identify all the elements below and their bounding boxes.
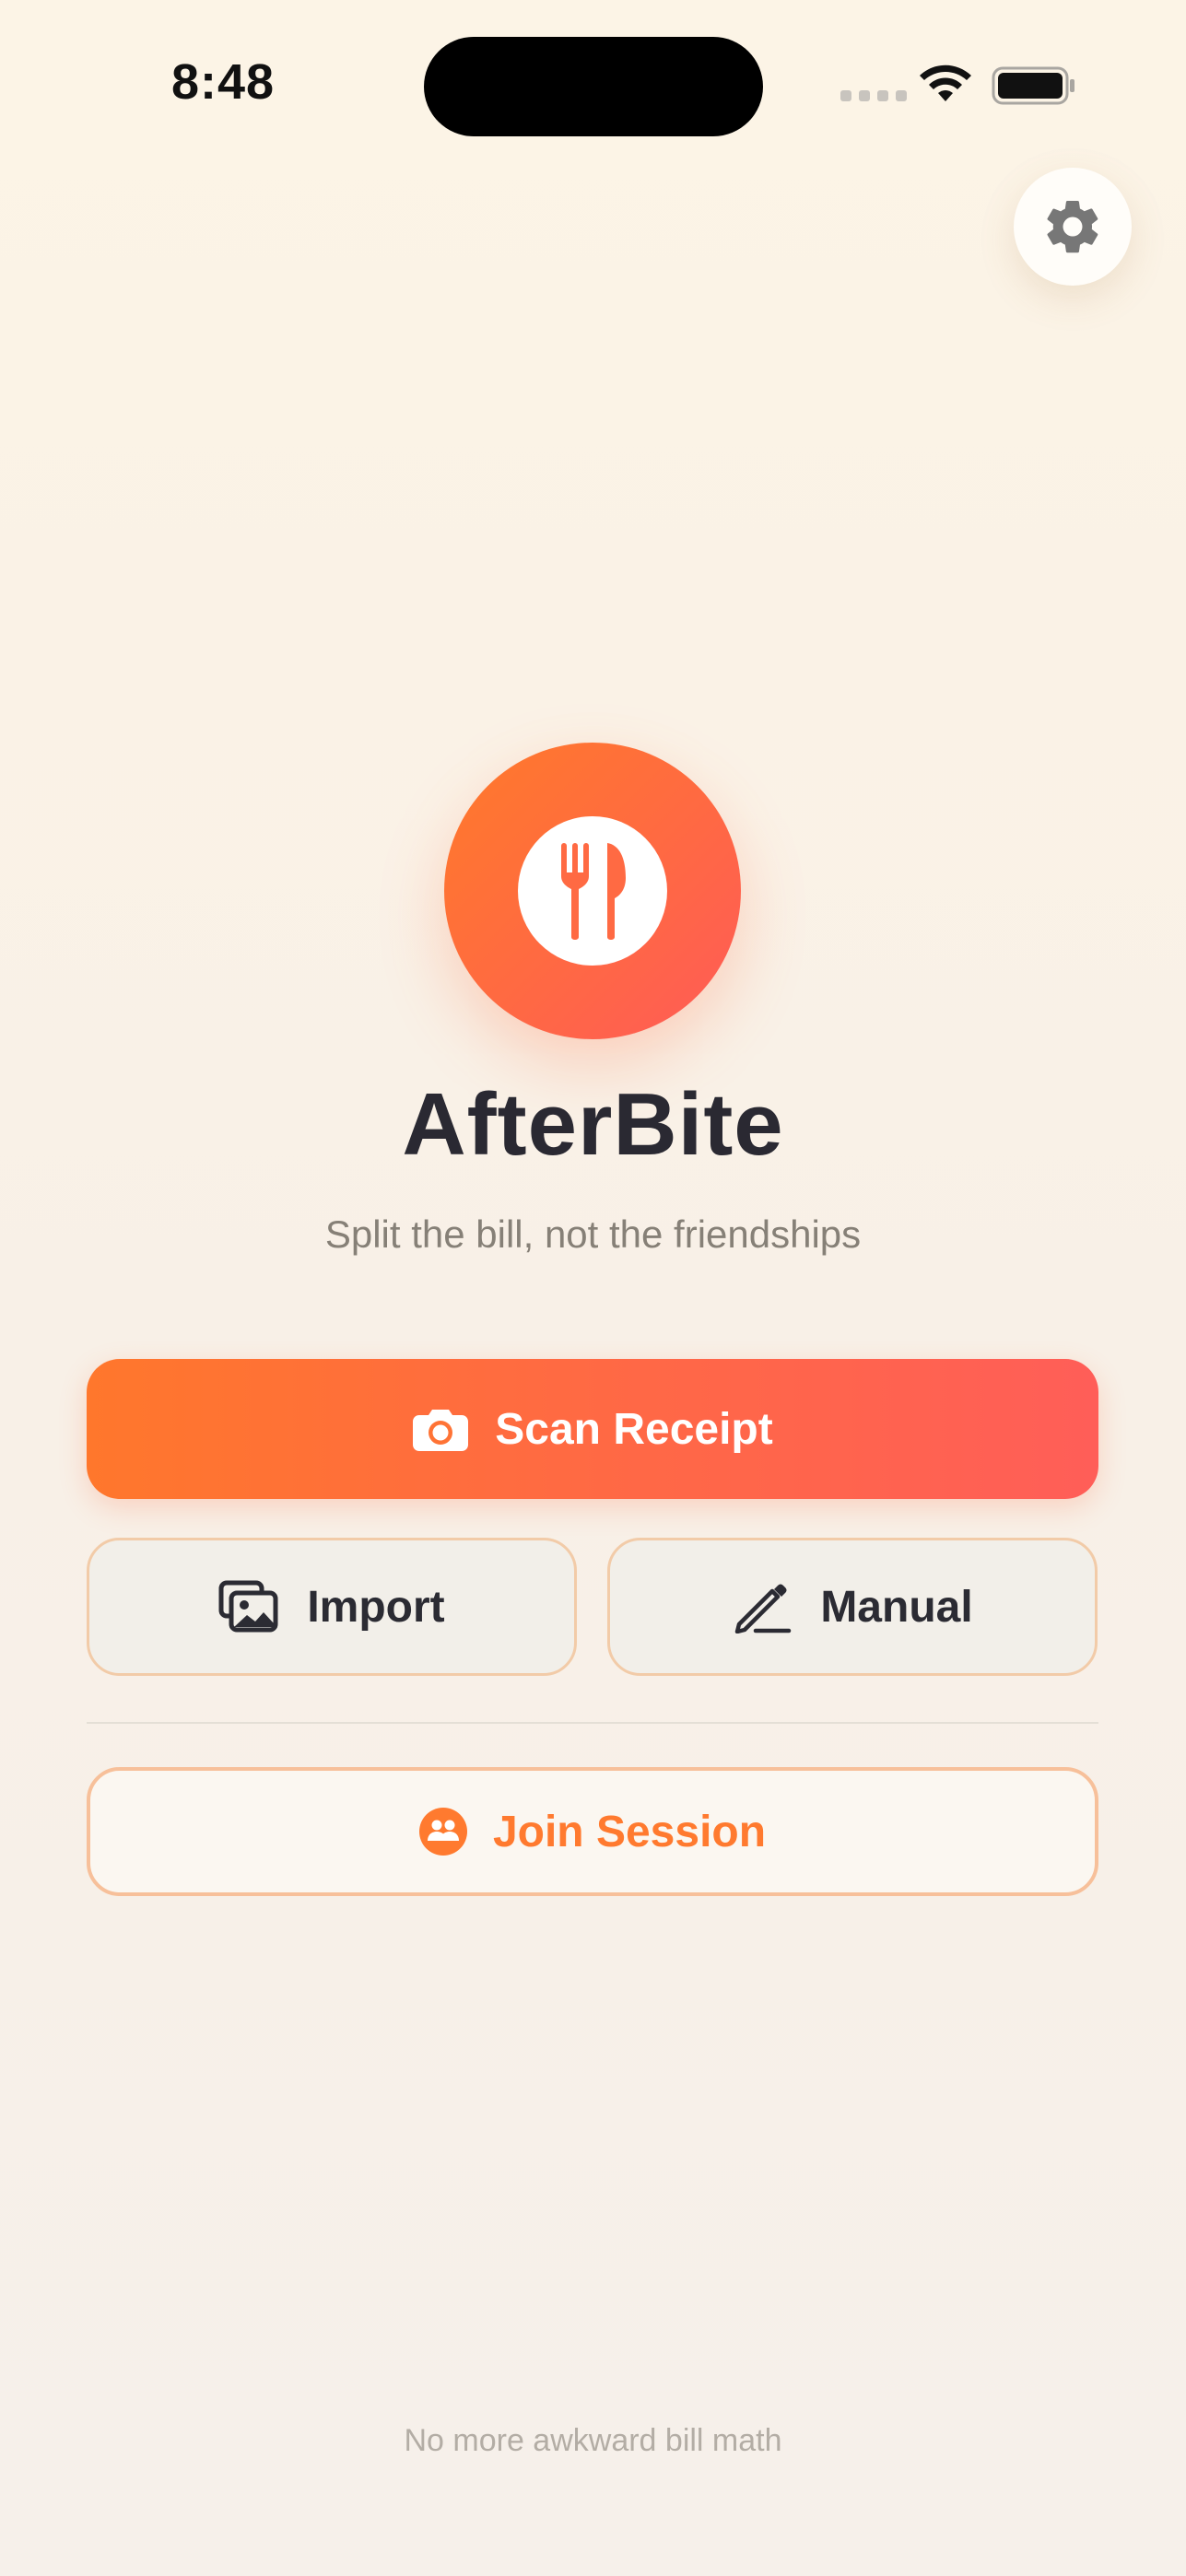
logo-badge [518, 816, 667, 966]
scan-receipt-label: Scan Receipt [495, 1404, 773, 1454]
import-button[interactable]: Import [87, 1538, 577, 1676]
app-subtitle: Split the bill, not the friendships [324, 1212, 862, 1256]
app-title: AfterBite [402, 1075, 784, 1174]
import-label: Import [307, 1582, 445, 1632]
footer-note: No more awkward bill math [404, 2423, 782, 2458]
manual-button[interactable]: Manual [607, 1538, 1098, 1676]
people-icon [418, 1808, 467, 1856]
status-time: 8:48 [171, 54, 276, 110]
settings-button[interactable] [1014, 168, 1132, 286]
photos-icon [218, 1580, 278, 1633]
fork-knife-icon [561, 843, 626, 940]
pencil-icon [735, 1584, 792, 1633]
wifi-icon [920, 64, 971, 101]
scan-receipt-button[interactable]: Scan Receipt [87, 1359, 1098, 1499]
divider [87, 1722, 1098, 1724]
join-session-button[interactable]: Join Session [87, 1767, 1098, 1896]
dynamic-island [424, 37, 763, 136]
gear-icon [1047, 200, 1098, 253]
camera-icon [413, 1410, 469, 1451]
cellular-signal-icon [840, 90, 907, 101]
join-session-label: Join Session [492, 1807, 767, 1856]
battery-icon [992, 66, 1074, 105]
manual-label: Manual [820, 1582, 973, 1632]
app-logo [444, 743, 741, 1039]
